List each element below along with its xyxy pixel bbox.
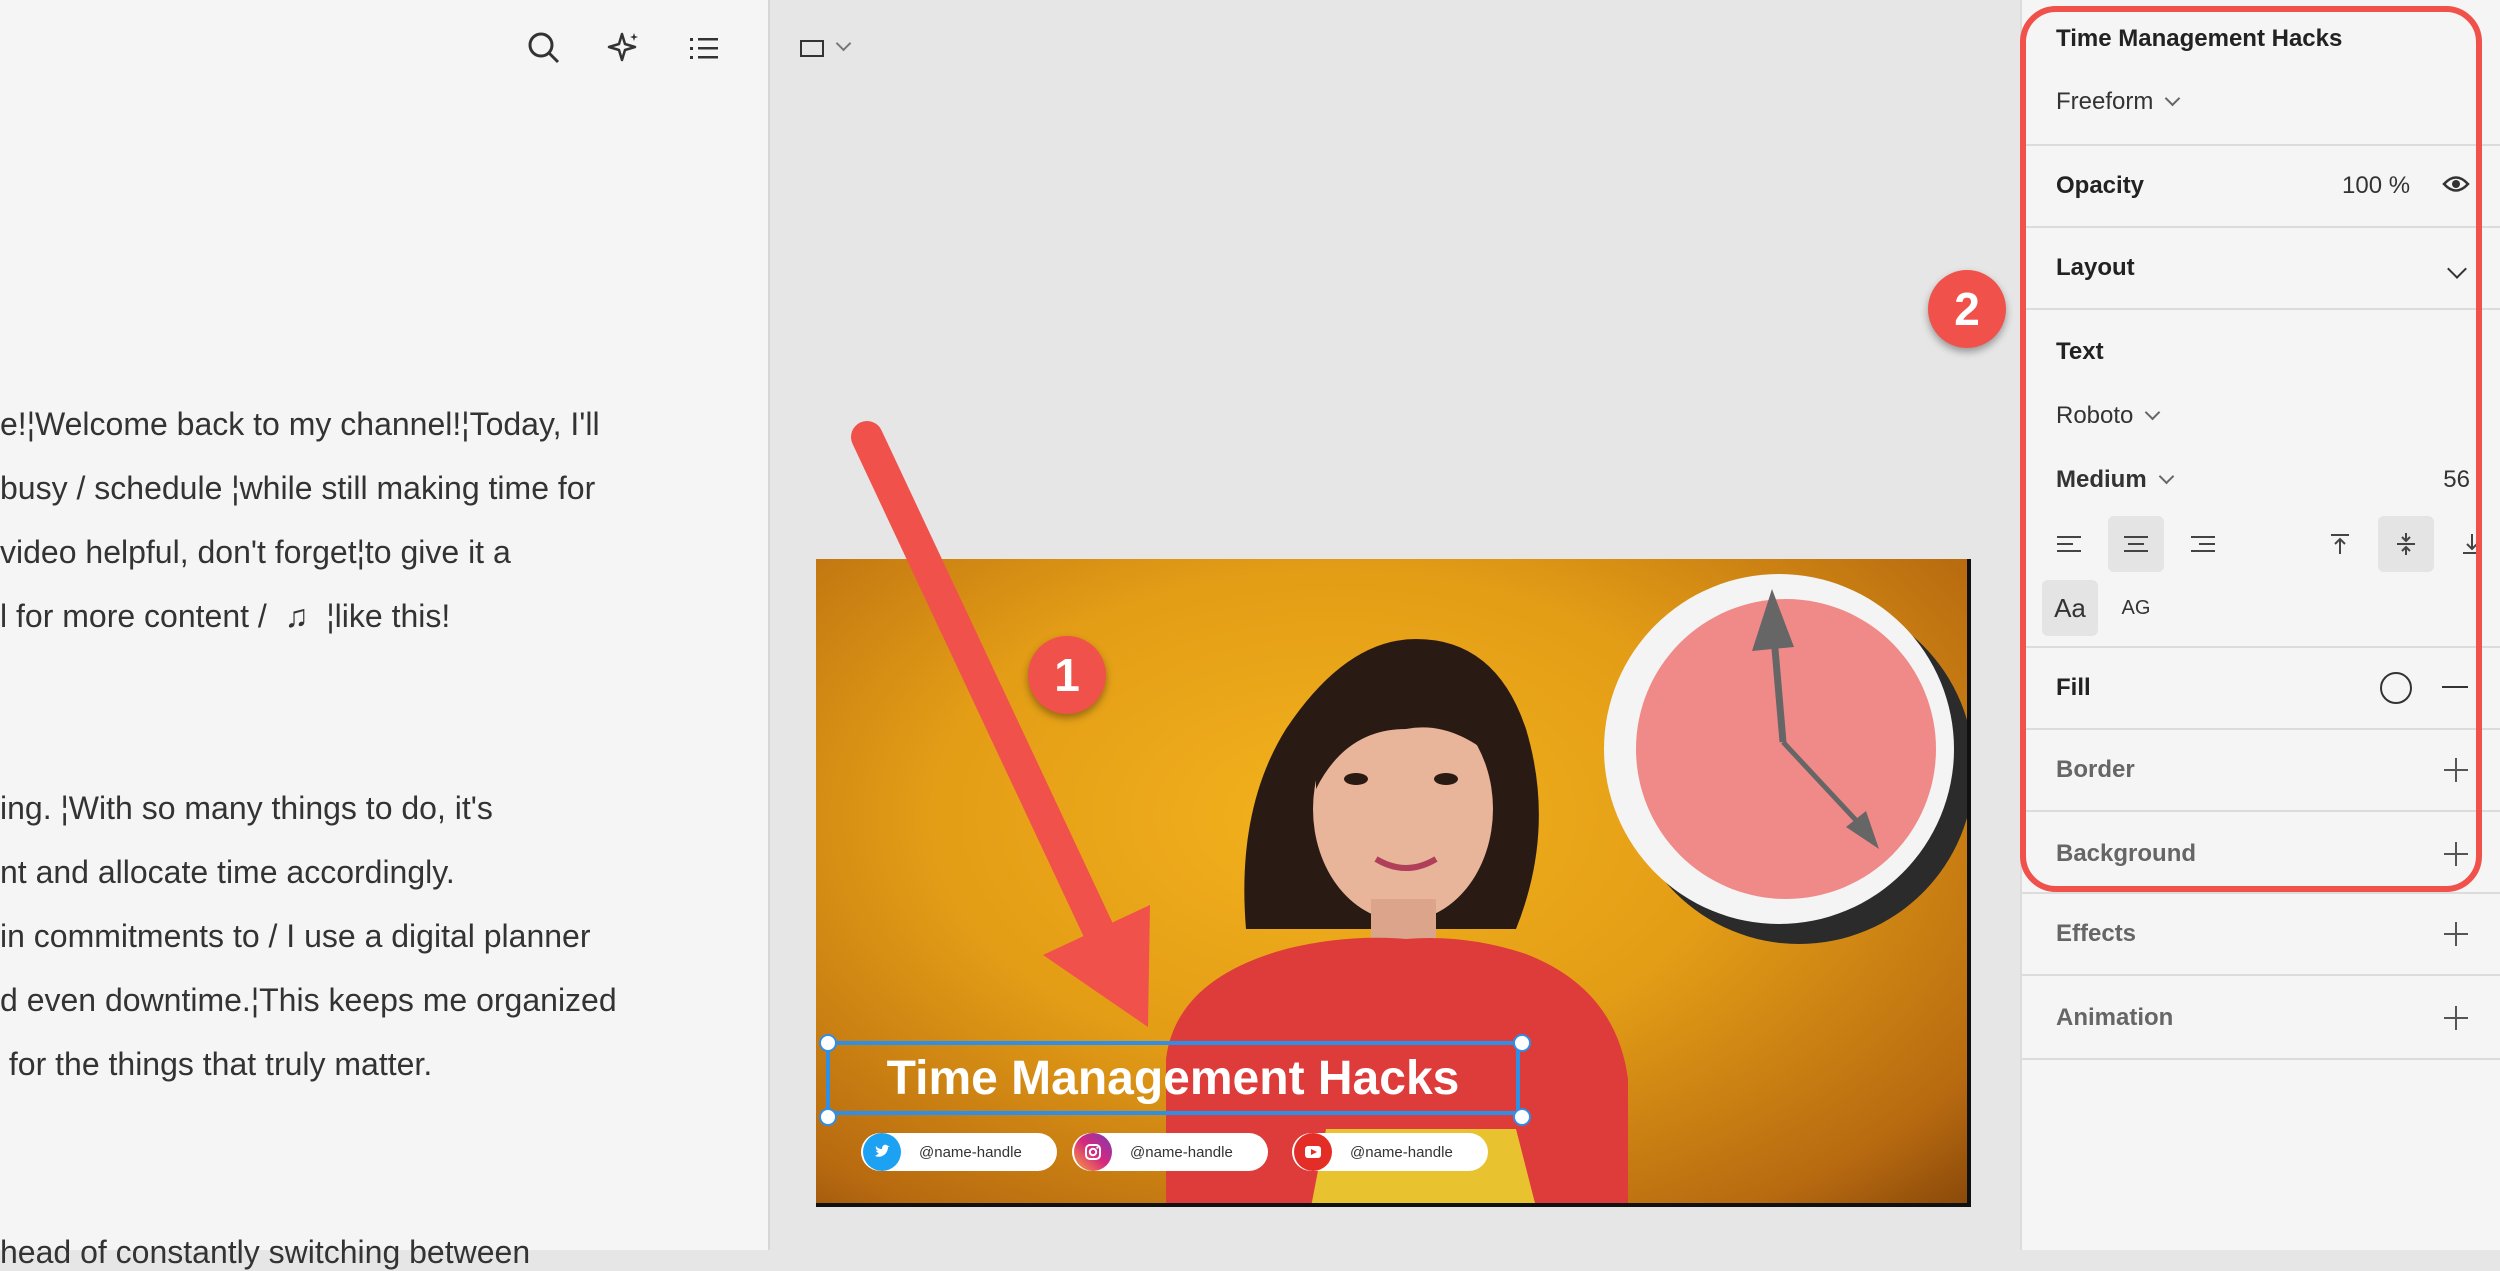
resize-handle[interactable]	[1513, 1034, 1531, 1052]
script-line[interactable]: in commitments to / I use a digital plan…	[0, 918, 591, 955]
thumbnail-canvas[interactable]: Time Management Hacks @name-handle @name…	[816, 559, 1971, 1207]
handle-text: @name-handle	[919, 1143, 1022, 1161]
script-line[interactable]: video helpful, don't forget¦to give it a	[0, 534, 511, 571]
script-line[interactable]: e!¦Welcome back to my channel!¦Today, I'…	[0, 406, 600, 443]
frame-icon	[800, 39, 824, 57]
person-image	[1166, 639, 1628, 1203]
handle-text: @name-handle	[1350, 1143, 1453, 1161]
effects-label: Effects	[2056, 920, 2137, 947]
script-line[interactable]: busy / schedule ¦while still making time…	[0, 470, 595, 507]
animation-section[interactable]: Animation	[2022, 974, 2500, 1060]
instagram-icon	[1074, 1133, 1112, 1171]
chevron-down-icon	[835, 35, 852, 51]
resize-handle[interactable]	[819, 1108, 837, 1126]
script-line[interactable]: nt and allocate time accordingly.	[0, 854, 455, 891]
frame-selector[interactable]	[800, 26, 890, 70]
search-icon[interactable]	[520, 24, 568, 72]
twitter-icon	[863, 1133, 901, 1171]
script-line[interactable]: ing. ¦With so many things to do, it's	[0, 790, 493, 827]
callout-badge-1: 1	[1028, 636, 1106, 714]
social-handle-instagram[interactable]: @name-handle	[1072, 1133, 1268, 1171]
script-line[interactable]: head of constantly switching between	[0, 1234, 530, 1271]
thumbnail-title[interactable]: Time Management Hacks	[887, 1051, 1460, 1106]
clock-graphic	[1604, 574, 1967, 944]
resize-handle[interactable]	[1513, 1108, 1531, 1126]
social-handle-twitter[interactable]: @name-handle	[861, 1133, 1057, 1171]
script-line[interactable]: for the things that truly matter.	[0, 1046, 432, 1083]
add-animation-icon[interactable]	[2444, 1006, 2468, 1030]
handle-text: @name-handle	[1130, 1143, 1233, 1161]
youtube-icon	[1294, 1133, 1332, 1171]
annotation-highlight-box	[2020, 6, 2482, 892]
title-text-box[interactable]: Time Management Hacks	[826, 1041, 1520, 1115]
sparkle-icon[interactable]	[600, 24, 648, 72]
script-line[interactable]: d even downtime.¦This keeps me organized	[0, 982, 617, 1019]
script-panel: e!¦Welcome back to my channel!¦Today, I'…	[0, 0, 770, 1270]
animation-label: Animation	[2056, 1004, 2174, 1031]
add-effects-icon[interactable]	[2444, 922, 2468, 946]
effects-section[interactable]: Effects	[2022, 892, 2500, 974]
social-handle-youtube[interactable]: @name-handle	[1292, 1133, 1488, 1171]
script-line[interactable]: l for more content / ♫ ¦like this!	[0, 598, 450, 635]
callout-badge-2: 2	[1928, 270, 2006, 348]
resize-handle[interactable]	[819, 1034, 837, 1052]
list-icon[interactable]	[680, 24, 728, 72]
